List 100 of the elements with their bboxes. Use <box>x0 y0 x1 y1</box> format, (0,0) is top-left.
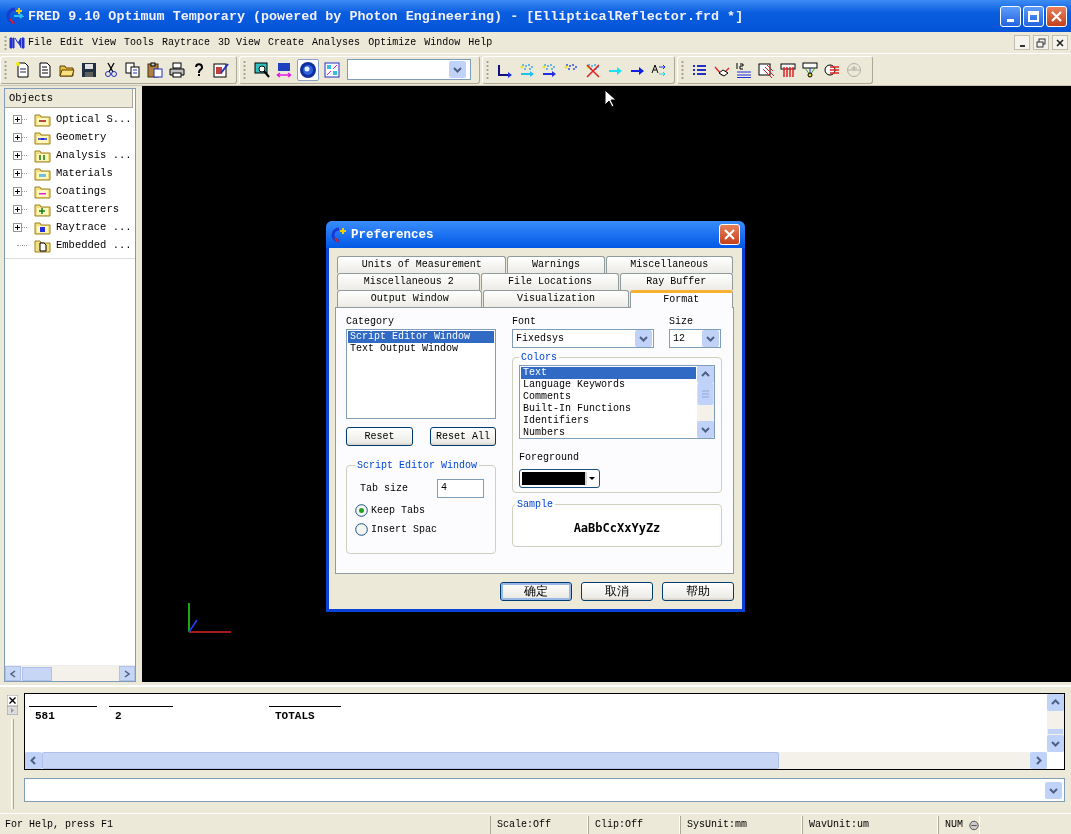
horizontal-scrollbar[interactable] <box>25 752 1047 769</box>
numbered-lines-icon[interactable] <box>736 61 752 78</box>
tab[interactable]: Miscellaneous <box>605 256 733 273</box>
list-item[interactable]: Language Keywords <box>521 379 696 391</box>
scatter-arrow-icon[interactable] <box>541 61 557 78</box>
ok-button[interactable]: 确定 <box>500 582 572 601</box>
tree-item[interactable]: Materials <box>56 167 113 179</box>
tree-item[interactable]: Scatterers <box>56 203 119 215</box>
scroll-right-icon[interactable] <box>1030 752 1047 769</box>
tab[interactable]: Format <box>629 290 733 308</box>
tab[interactable]: Visualization <box>483 290 629 307</box>
radio-label[interactable]: Insert Spac <box>371 524 437 535</box>
list-item[interactable]: Script Editor Window <box>348 331 494 343</box>
expander-icon[interactable] <box>13 168 22 178</box>
maximize-button[interactable] <box>1023 5 1044 27</box>
paste-icon[interactable] <box>147 61 163 78</box>
menu-item[interactable]: Help <box>465 35 496 50</box>
list-item[interactable]: Text <box>521 367 696 379</box>
tab[interactable]: Warnings <box>507 256 605 273</box>
radio-button[interactable] <box>355 523 368 536</box>
expander-icon[interactable] <box>13 204 22 214</box>
expander-icon[interactable] <box>13 222 22 232</box>
category-list[interactable]: Script Editor Window Text Output Window <box>346 329 496 419</box>
scroll-thumb-icon[interactable] <box>697 383 714 405</box>
horizontal-scrollbar[interactable] <box>5 665 135 681</box>
new-file-icon[interactable] <box>15 61 31 78</box>
dropdown-arrow-icon[interactable] <box>585 472 597 485</box>
close-icon[interactable] <box>6 695 18 706</box>
minimize-button[interactable] <box>1014 35 1030 50</box>
list-item[interactable]: Built-In Functions <box>521 403 696 415</box>
cancel-button[interactable]: 取消 <box>581 582 653 601</box>
restore-button[interactable] <box>1033 35 1049 50</box>
3d-view[interactable] <box>142 86 1071 682</box>
scroll-thumb[interactable] <box>1048 729 1063 734</box>
expander-icon[interactable] <box>13 114 22 124</box>
expander-icon[interactable] <box>13 186 22 196</box>
view-dropdown[interactable] <box>347 59 471 80</box>
funnel-icon[interactable] <box>802 61 818 78</box>
scroll-up-icon[interactable] <box>697 366 714 383</box>
tab[interactable]: Ray Buffer <box>619 273 733 290</box>
folder-icon <box>34 219 51 235</box>
menu-item[interactable]: Tools <box>121 35 158 50</box>
grid-icon[interactable] <box>324 61 340 78</box>
menu-item[interactable]: Window <box>421 35 464 50</box>
circle-lines-icon[interactable] <box>824 61 840 78</box>
comb-icon[interactable] <box>780 61 796 78</box>
hatch-icon[interactable] <box>758 61 774 78</box>
menu-item[interactable]: Analyses <box>309 35 364 50</box>
cross-icon[interactable] <box>585 61 601 78</box>
zoom-icon[interactable] <box>254 61 270 78</box>
radio-label[interactable]: Keep Tabs <box>371 505 425 516</box>
menu-item[interactable]: 3D View <box>215 35 264 50</box>
tree-item[interactable]: Analysis ... <box>56 149 132 161</box>
globe-icon <box>969 818 979 832</box>
color-dropdown[interactable] <box>519 469 600 488</box>
list-item[interactable]: Identifiers <box>521 415 696 427</box>
size-dropdown[interactable]: 12 <box>669 329 721 348</box>
tree-item[interactable]: Embedded ... <box>56 239 132 251</box>
group-title: Script Editor Window <box>356 460 479 471</box>
expander-icon[interactable] <box>13 132 22 142</box>
view-toggle-button[interactable] <box>297 58 319 81</box>
close-button[interactable] <box>1052 35 1068 50</box>
edit-icon[interactable] <box>213 61 229 78</box>
command-field[interactable] <box>24 778 1065 802</box>
menu-item[interactable]: View <box>89 35 120 50</box>
reset-button[interactable]: Reset <box>346 427 413 446</box>
tab[interactable]: Miscellaneous 2 <box>337 273 481 290</box>
tree-item[interactable]: Raytrace ... <box>56 221 132 233</box>
new-document-icon[interactable] <box>37 61 53 78</box>
menu-item[interactable]: File <box>25 35 55 50</box>
tab[interactable]: File Locations <box>481 273 619 290</box>
expander-icon[interactable] <box>13 150 22 160</box>
vertical-scrollbar[interactable] <box>1047 694 1064 752</box>
list-item[interactable]: Comments <box>521 391 696 403</box>
menu-item[interactable]: Raytrace <box>159 35 214 50</box>
scroll-down-icon[interactable] <box>697 421 714 438</box>
scroll-down-icon[interactable] <box>1047 735 1064 752</box>
tree-item[interactable]: Coatings <box>56 185 107 197</box>
reset-all-button[interactable]: Reset All <box>430 427 496 446</box>
print-icon[interactable] <box>169 61 185 78</box>
tree-item[interactable]: Geometry <box>56 131 107 143</box>
menu-item[interactable]: Create <box>265 35 308 50</box>
list-item[interactable]: Text Output Window <box>348 343 494 355</box>
scroll-left-icon[interactable] <box>25 752 42 769</box>
tab[interactable]: Output Window <box>337 290 483 307</box>
menu-item[interactable]: Edit <box>57 35 88 50</box>
save-icon[interactable] <box>81 61 97 78</box>
menu-item[interactable]: Optimize <box>365 35 420 50</box>
copy-icon[interactable] <box>125 61 141 78</box>
colors-list[interactable]: Text Language Keywords Comments Built-In Functions Identifiers Numbers <box>519 365 715 439</box>
list-item[interactable]: Numbers <box>521 427 696 439</box>
radio-button[interactable] <box>355 504 368 517</box>
help-button[interactable]: 帮助 <box>662 582 734 601</box>
tab-size-field[interactable]: 4 <box>437 479 484 498</box>
scroll-up-icon[interactable] <box>1047 694 1064 711</box>
cut-icon[interactable] <box>103 61 119 78</box>
font-dropdown[interactable]: Fixedsys <box>512 329 654 348</box>
tree-item[interactable]: Optical S... <box>56 113 132 125</box>
resize-icon[interactable] <box>276 61 292 78</box>
tab[interactable]: Units of Measurement <box>337 256 507 273</box>
